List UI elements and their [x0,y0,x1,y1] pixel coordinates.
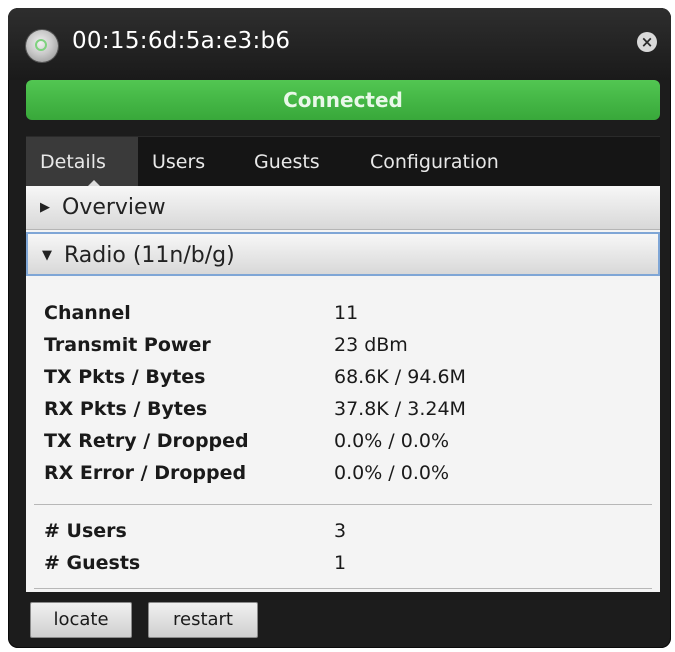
detail-value: 68.6K / 94.6M [334,366,466,388]
close-icon[interactable]: × [637,32,657,52]
detail-label: RX Pkts / Bytes [44,398,208,420]
tab-guests[interactable]: Guests [240,137,346,187]
detail-row-channel: Channel 11 [44,302,644,334]
overview-section-label: Overview [62,195,166,220]
count-label: # Users [44,520,127,542]
detail-value: 11 [334,302,359,324]
divider [34,588,652,589]
count-value: 1 [334,552,347,574]
detail-label: RX Error / Dropped [44,462,247,484]
detail-label: TX Pkts / Bytes [44,366,206,388]
detail-label: Transmit Power [44,334,211,356]
detail-value: 0.0% / 0.0% [334,462,450,484]
count-value: 3 [334,520,347,542]
window-title: 00:15:6d:5a:e3:b6 [72,28,291,54]
divider [34,504,652,505]
count-label: # Guests [44,552,141,574]
detail-value: 0.0% / 0.0% [334,430,450,452]
radio-section-header[interactable]: ▼ Radio (11n/b/g) [26,232,660,276]
detail-value: 37.8K / 3.24M [334,398,466,420]
tab-users[interactable]: Users [138,137,228,187]
count-row-guests: # Guests 1 [44,552,644,584]
device-details-window: 00:15:6d:5a:e3:b6 × Connected Details Us… [8,8,671,648]
title-bar: 00:15:6d:5a:e3:b6 × [8,8,671,80]
restart-button[interactable]: restart [148,602,258,638]
tab-bar: Details Users Guests Configuration [26,136,660,188]
detail-row-tx-pkts: TX Pkts / Bytes 68.6K / 94.6M [44,366,644,398]
collapsed-arrow-icon: ▶ [40,200,50,215]
details-panel: ▶ Overview ▼ Radio (11n/b/g) Channel 11 … [26,186,660,592]
overview-section-header[interactable]: ▶ Overview [26,186,660,230]
detail-label: TX Retry / Dropped [44,430,249,452]
detail-row-rx-pkts: RX Pkts / Bytes 37.8K / 3.24M [44,398,644,430]
detail-row-tx-retry: TX Retry / Dropped 0.0% / 0.0% [44,430,644,462]
count-row-users: # Users 3 [44,520,644,552]
detail-row-rx-error: RX Error / Dropped 0.0% / 0.0% [44,462,644,494]
detail-label: Channel [44,302,131,324]
radio-section-label: Radio (11n/b/g) [64,243,235,268]
tab-details[interactable]: Details [26,137,138,187]
detail-value: 23 dBm [334,334,408,356]
detail-row-transmit-power: Transmit Power 23 dBm [44,334,644,366]
connection-status-bar: Connected [26,80,660,120]
tab-configuration[interactable]: Configuration [356,137,536,187]
status-led-icon [26,30,58,62]
expanded-arrow-icon: ▼ [42,248,52,263]
locate-button[interactable]: locate [30,602,132,638]
